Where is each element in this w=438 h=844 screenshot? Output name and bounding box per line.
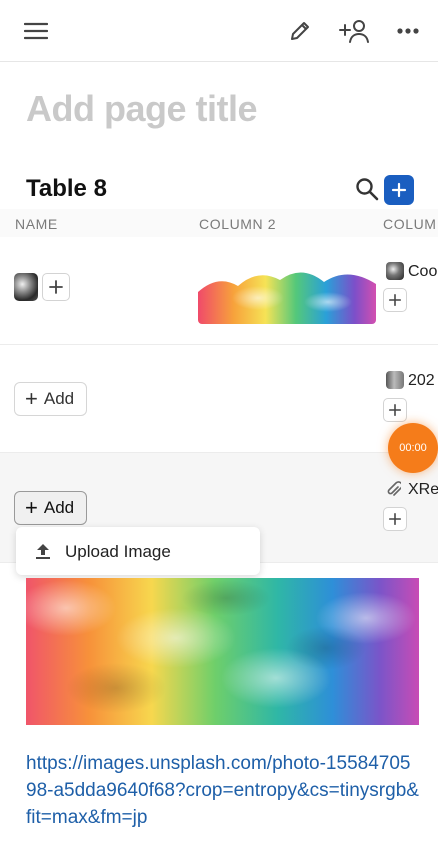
column-header-column-2[interactable]: COLUMN 2 <box>199 216 276 232</box>
column-header-name[interactable]: NAME <box>15 216 58 232</box>
name-thumbnail[interactable] <box>14 273 38 301</box>
table-title[interactable]: Table 8 <box>26 175 107 203</box>
plus-icon <box>49 280 63 294</box>
add-column-button[interactable] <box>384 175 414 205</box>
timer-label: 00:00 <box>399 442 427 454</box>
image-url-link[interactable]: https://images.unsplash.com/photo-155847… <box>26 750 421 831</box>
menu-icon[interactable] <box>18 14 54 48</box>
column-header-column-3[interactable]: COLUM <box>383 216 437 232</box>
add-column-3-button[interactable] <box>383 398 407 422</box>
upload-menu: Upload Image <box>16 527 260 575</box>
plus-icon <box>388 293 402 307</box>
column-3-thumbnail[interactable] <box>386 371 404 389</box>
paperclip-icon <box>387 481 403 504</box>
add-column-3-button[interactable] <box>383 288 407 312</box>
page-title-input[interactable]: Add page title <box>26 88 258 130</box>
table-header-row: NAME COLUMN 2 COLUM <box>0 209 438 237</box>
column-3-thumbnail[interactable] <box>386 262 404 280</box>
plus-icon: + <box>25 495 38 520</box>
edit-icon[interactable] <box>282 14 318 48</box>
column-3-text: XRe <box>408 481 438 498</box>
column-3-text: 202 <box>408 372 435 389</box>
plus-icon <box>388 403 402 417</box>
more-icon[interactable] <box>390 14 426 48</box>
column-2-image[interactable] <box>198 254 376 324</box>
upload-image-item[interactable]: Upload Image <box>65 542 171 562</box>
add-name-image-button[interactable] <box>42 273 70 301</box>
top-toolbar <box>0 0 438 62</box>
add-user-icon[interactable] <box>336 14 372 48</box>
column-3-text: Coo <box>408 263 438 280</box>
table-row: Coo <box>0 237 438 345</box>
recording-timer[interactable]: 00:00 <box>388 423 438 473</box>
table-row: + Add 202 <box>0 345 438 453</box>
plus-icon: + <box>25 386 38 411</box>
add-button-label: Add <box>43 389 75 408</box>
add-column-3-button[interactable] <box>383 507 407 531</box>
add-name-button[interactable]: + Add <box>14 382 88 416</box>
expanded-image[interactable] <box>26 578 419 725</box>
search-icon[interactable] <box>354 176 380 202</box>
plus-icon <box>388 512 402 526</box>
add-button-label: Add <box>43 498 75 517</box>
add-name-button[interactable]: + Add <box>14 491 88 525</box>
plus-icon <box>391 182 407 198</box>
upload-icon <box>34 542 52 565</box>
